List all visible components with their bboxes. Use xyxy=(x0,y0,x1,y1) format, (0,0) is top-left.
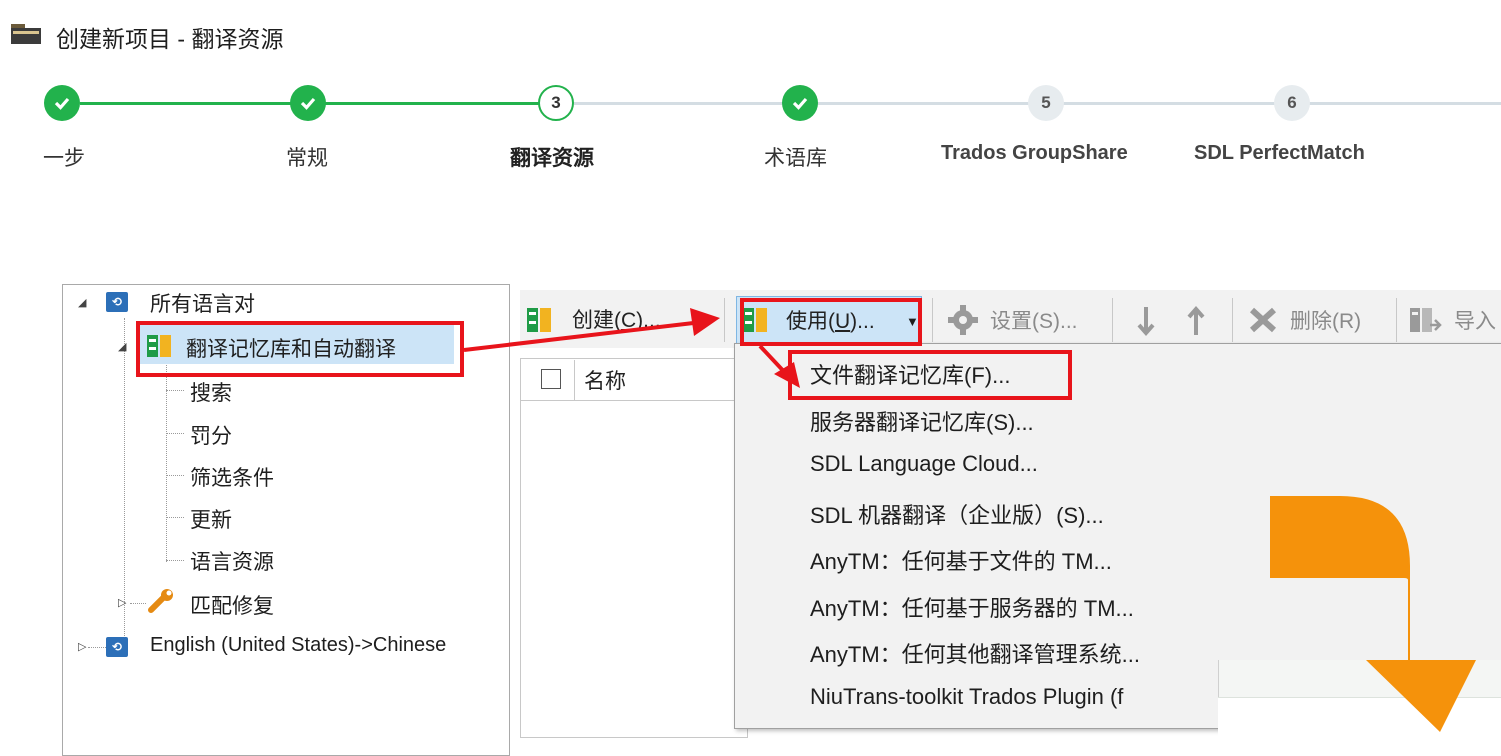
annotation-arrows xyxy=(463,308,800,388)
